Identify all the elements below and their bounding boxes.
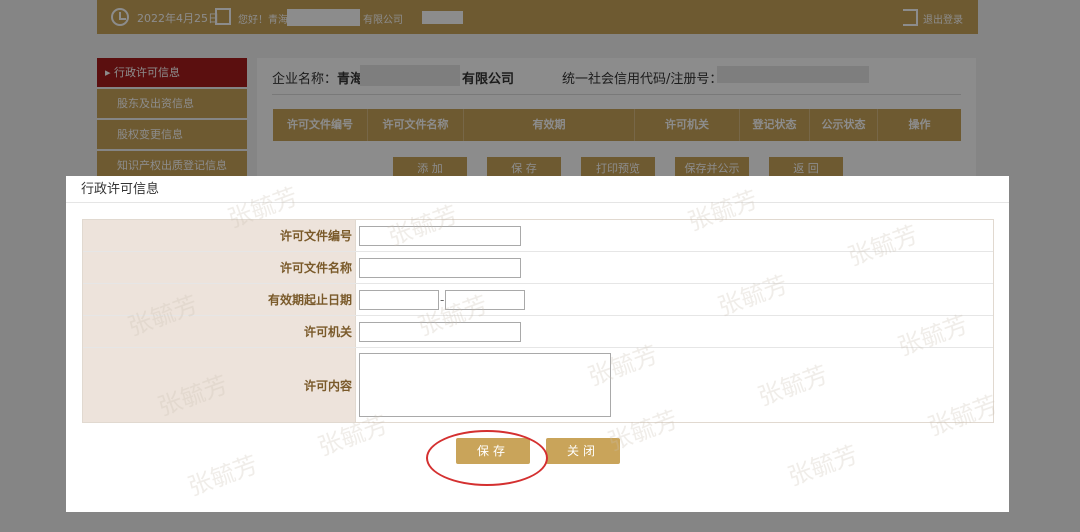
- license-name-input[interactable]: [359, 257, 521, 278]
- validity-cell: -: [356, 284, 993, 315]
- validity-start-input[interactable]: [359, 289, 439, 310]
- validity-end-input[interactable]: [445, 289, 526, 310]
- form-row-authority: 许可机关: [83, 316, 993, 348]
- save-highlight-annotation: [426, 430, 548, 486]
- license-number-input[interactable]: [359, 225, 521, 246]
- form-row-license-number: 许可文件编号: [83, 220, 993, 252]
- license-content-textarea[interactable]: [359, 353, 611, 417]
- license-number-cell: [356, 220, 993, 251]
- form-row-content: 许可内容: [83, 348, 993, 422]
- authority-cell: [356, 316, 993, 347]
- license-content-label: 许可内容: [83, 348, 356, 422]
- validity-label: 有效期起止日期: [83, 284, 356, 315]
- license-form: 许可文件编号 许可文件名称 有效期起止日期 - 许可机关 许可内容: [82, 219, 994, 423]
- modal-title: 行政许可信息: [66, 176, 1009, 203]
- authority-label: 许可机关: [83, 316, 356, 347]
- close-button[interactable]: 关闭: [546, 438, 620, 464]
- watermark: 张毓芳: [784, 440, 862, 492]
- form-row-license-name: 许可文件名称: [83, 252, 993, 284]
- watermark: 张毓芳: [184, 450, 262, 502]
- license-modal: 行政许可信息 许可文件编号 许可文件名称 有效期起止日期 - 许可机关 许可内容: [66, 176, 1009, 512]
- license-name-cell: [356, 252, 993, 283]
- license-number-label: 许可文件编号: [83, 220, 356, 251]
- license-name-label: 许可文件名称: [83, 252, 356, 283]
- authority-input[interactable]: [359, 321, 521, 342]
- license-content-cell: [356, 348, 993, 422]
- date-separator: -: [440, 292, 445, 307]
- form-row-validity: 有效期起止日期 -: [83, 284, 993, 316]
